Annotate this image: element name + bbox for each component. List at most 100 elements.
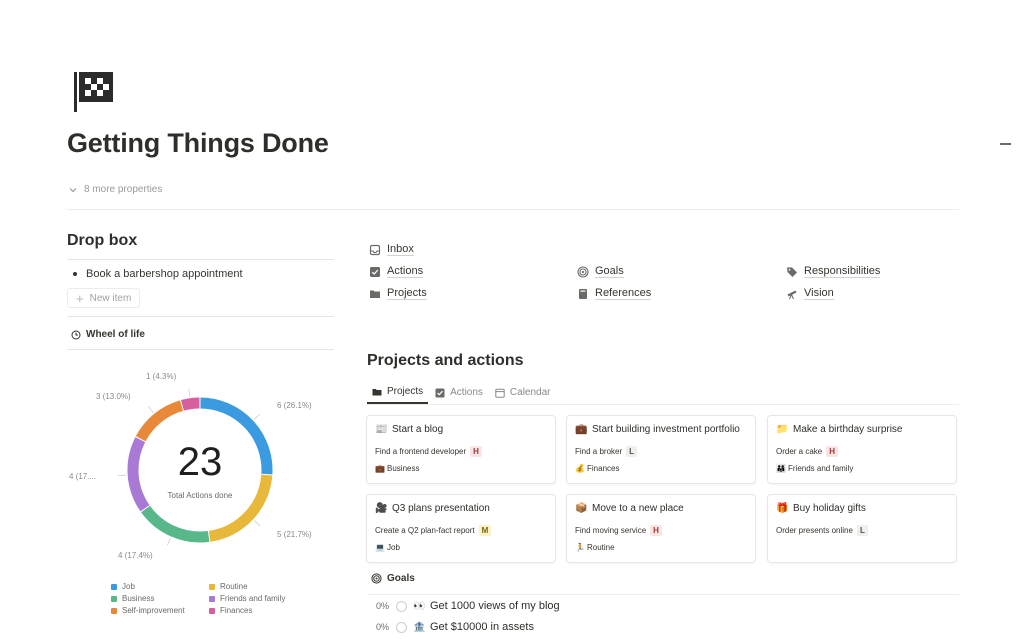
bullet-icon bbox=[73, 272, 77, 276]
project-card[interactable]: 📦 Move to a new place Find moving service… bbox=[566, 494, 756, 563]
legend-item[interactable]: Job bbox=[111, 582, 209, 591]
slice-label-job: 6 (26.1%) bbox=[277, 401, 312, 410]
slice-label-friends-and-family: 4 (17.... bbox=[69, 472, 97, 481]
checkbox-icon bbox=[370, 266, 380, 277]
legend-label: Job bbox=[122, 582, 135, 591]
goals-view-tab[interactable]: Goals bbox=[371, 573, 415, 584]
projects-and-actions-heading: Projects and actions bbox=[367, 352, 524, 369]
donut-slice-business[interactable] bbox=[141, 505, 210, 543]
donut-slice-finances[interactable] bbox=[180, 397, 200, 411]
card-category: Friends and family bbox=[788, 464, 854, 473]
leader-line bbox=[253, 520, 261, 527]
calendar-icon bbox=[495, 388, 505, 398]
priority-badge: H bbox=[650, 525, 662, 536]
link-label: References bbox=[595, 287, 652, 300]
newspaper-icon: 📰 bbox=[375, 424, 388, 435]
legend-swatch bbox=[111, 595, 117, 602]
priority-badge: L bbox=[856, 525, 868, 536]
link-references[interactable]: References bbox=[577, 287, 652, 300]
bank-icon: 🏦 bbox=[413, 621, 426, 633]
card-title: Q3 plans presentation bbox=[392, 503, 490, 514]
family-icon: 👨‍👩‍👧 bbox=[776, 464, 786, 473]
more-properties-label: 8 more properties bbox=[84, 184, 163, 195]
legend-item[interactable]: Business bbox=[111, 594, 209, 603]
donut-slice-self-improvement[interactable] bbox=[135, 400, 184, 442]
card-title: Move to a new place bbox=[592, 503, 684, 514]
goal-name: Get 1000 views of my blog bbox=[430, 600, 560, 612]
total-actions-number: 23 bbox=[177, 440, 223, 484]
more-properties-toggle[interactable]: 8 more properties bbox=[68, 184, 162, 195]
link-label: Responsibilities bbox=[804, 265, 881, 278]
legend-item[interactable]: Routine bbox=[209, 582, 329, 591]
tab-label: Calendar bbox=[509, 387, 551, 398]
card-title: Start a blog bbox=[392, 424, 444, 435]
legend-item[interactable]: Finances bbox=[209, 606, 329, 615]
project-card[interactable]: 🎁 Buy holiday gifts Order presents online… bbox=[767, 494, 957, 563]
project-card[interactable]: 🎥 Q3 plans presentation Create a Q2 plan-… bbox=[366, 494, 556, 563]
page-title[interactable]: Getting Things Done bbox=[67, 128, 329, 159]
tab-calendar[interactable]: Calendar bbox=[490, 381, 556, 404]
goal-progress: 0% bbox=[376, 622, 390, 632]
card-subtitle: Find a broker bbox=[575, 447, 623, 456]
link-projects[interactable]: Projects bbox=[369, 287, 427, 300]
card-subtitle: Order a cake bbox=[776, 447, 823, 456]
view-tabs: Projects Actions Calendar bbox=[367, 381, 959, 405]
video-camera-icon: 🎥 bbox=[375, 503, 388, 514]
link-vision[interactable]: Vision bbox=[786, 287, 834, 300]
goal-row[interactable]: 0% 🏦 Get $10000 in assets bbox=[376, 621, 534, 633]
goals-label: Goals bbox=[387, 573, 415, 584]
total-actions-label: Total Actions done bbox=[167, 491, 233, 500]
divider bbox=[67, 259, 334, 260]
project-card[interactable]: 📰 Start a blog Find a frontend developer H… bbox=[366, 415, 556, 484]
leader-line bbox=[188, 388, 191, 397]
card-subtitle: Order presents online bbox=[776, 526, 853, 535]
divider bbox=[67, 316, 334, 317]
gift-icon: 🎁 bbox=[776, 503, 789, 514]
book-icon bbox=[579, 288, 587, 299]
runner-icon: 🏃 bbox=[575, 543, 585, 552]
outline-toggle[interactable] bbox=[1000, 143, 1011, 145]
progress-ring-icon bbox=[396, 621, 407, 633]
new-item-button[interactable]: + New item bbox=[67, 288, 141, 308]
briefcase-icon: 💼 bbox=[575, 424, 588, 435]
list-item[interactable]: Book a barbershop appointment bbox=[73, 268, 243, 280]
legend-item[interactable]: Friends and family bbox=[209, 594, 329, 603]
slice-label-finances: 1 (4.3%) bbox=[146, 372, 177, 381]
legend-label: Self-improvement bbox=[122, 606, 185, 615]
goal-row[interactable]: 0% 👀 Get 1000 views of my blog bbox=[376, 600, 560, 612]
legend-label: Finances bbox=[220, 606, 253, 615]
dropbox-heading: Drop box bbox=[67, 232, 138, 249]
progress-ring-icon bbox=[396, 600, 407, 612]
legend-label: Business bbox=[122, 594, 155, 603]
clock-icon bbox=[71, 330, 81, 339]
card-subtitle: Find a frontend developer bbox=[375, 447, 467, 456]
list-item-text[interactable]: Book a barbershop appointment bbox=[86, 268, 243, 280]
project-card[interactable]: 📁 Make a birthday surprise Order a cake H … bbox=[767, 415, 957, 484]
donut-slice-friends-and-family[interactable] bbox=[127, 437, 150, 512]
folder-icon: 📁 bbox=[776, 424, 789, 435]
money-bag-icon: 💰 bbox=[575, 464, 585, 473]
goal-name: Get $10000 in assets bbox=[430, 621, 534, 633]
tab-projects[interactable]: Projects bbox=[367, 381, 429, 404]
checkered-flag-icon[interactable] bbox=[72, 70, 116, 114]
link-label: Goals bbox=[595, 265, 624, 278]
leader-line bbox=[118, 474, 127, 476]
target-icon bbox=[577, 265, 589, 278]
divider bbox=[67, 349, 334, 350]
project-card[interactable]: 💼 Start building investment portfolio Fin… bbox=[566, 415, 756, 484]
wheel-of-life-label: Wheel of life bbox=[86, 329, 145, 340]
legend-label: Friends and family bbox=[220, 594, 286, 603]
legend-item[interactable]: Self-improvement bbox=[111, 606, 209, 615]
link-actions[interactable]: Actions bbox=[369, 265, 424, 278]
tab-actions[interactable]: Actions bbox=[430, 381, 488, 404]
link-goals[interactable]: Goals bbox=[577, 265, 624, 278]
folder-icon bbox=[372, 388, 382, 395]
link-inbox[interactable]: Inbox bbox=[369, 243, 414, 256]
laptop-icon: 💻 bbox=[375, 543, 385, 552]
new-item-label: New item bbox=[89, 292, 132, 304]
link-responsibilities[interactable]: Responsibilities bbox=[786, 265, 881, 278]
inbox-icon bbox=[369, 244, 381, 255]
chart-legend: Job Routine Business Friends and family … bbox=[111, 582, 331, 615]
wheel-of-life-view-tab[interactable]: Wheel of life bbox=[71, 329, 145, 340]
leader-line bbox=[253, 413, 261, 420]
